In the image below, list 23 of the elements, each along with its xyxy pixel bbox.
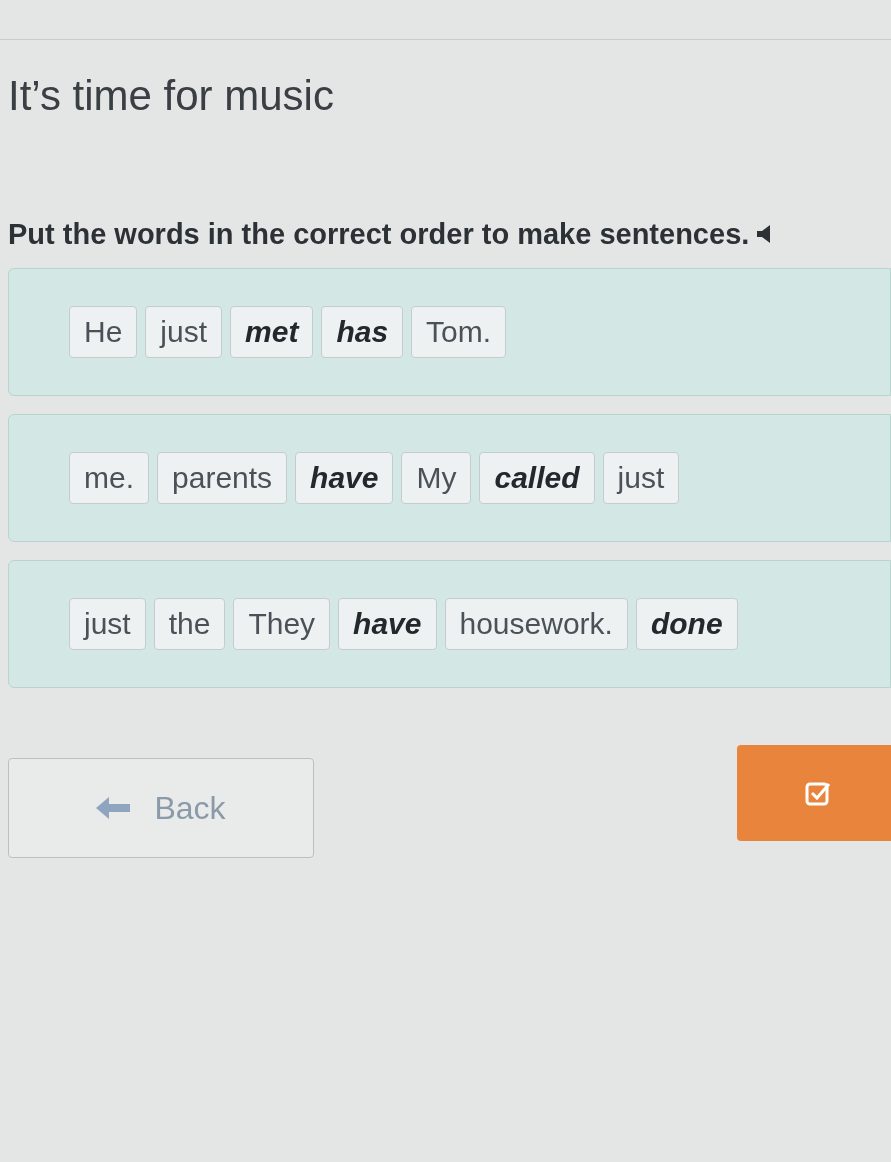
- word-tile[interactable]: me.: [69, 452, 149, 504]
- word-tile[interactable]: They: [233, 598, 331, 650]
- speaker-icon[interactable]: [757, 224, 772, 245]
- word-tile[interactable]: just: [145, 306, 223, 358]
- word-tile[interactable]: done: [635, 598, 738, 650]
- word-tile[interactable]: just: [69, 598, 146, 650]
- word-tile[interactable]: have: [295, 452, 394, 504]
- word-tile[interactable]: the: [153, 598, 226, 650]
- word-tile[interactable]: called: [479, 452, 595, 504]
- word-tile[interactable]: just: [602, 452, 680, 504]
- check-button[interactable]: [737, 745, 891, 841]
- checkbox-icon: [805, 780, 831, 806]
- word-tile[interactable]: Tom.: [411, 306, 507, 358]
- word-tile[interactable]: has: [321, 306, 404, 358]
- arrow-left-icon: [96, 797, 131, 819]
- word-tile[interactable]: parents: [157, 452, 288, 504]
- word-tile[interactable]: He: [69, 306, 138, 358]
- word-tile[interactable]: housework.: [444, 598, 628, 650]
- word-tile[interactable]: My: [401, 452, 472, 504]
- word-tile[interactable]: have: [338, 598, 437, 650]
- instruction-text: Put the words in the correct order to make sentences.: [8, 216, 750, 252]
- page-title: It’s time for music: [8, 71, 334, 121]
- word-tile[interactable]: met: [230, 306, 314, 358]
